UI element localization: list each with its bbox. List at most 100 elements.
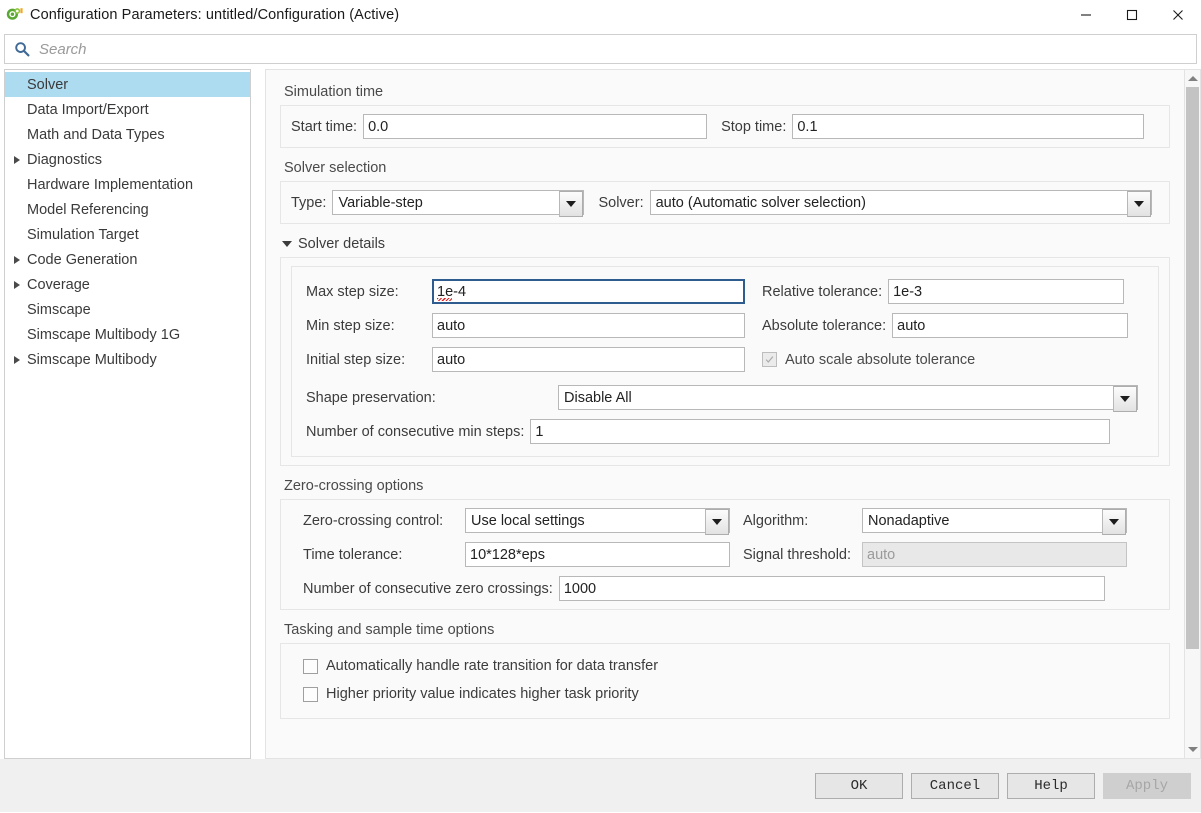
content-outer: Simulation time Start time: Stop time: S… (265, 69, 1201, 759)
collapse-arrow-icon[interactable] (282, 241, 292, 247)
chevron-down-icon[interactable] (1102, 509, 1126, 535)
vertical-scrollbar[interactable] (1184, 69, 1201, 759)
scrollbar-thumb[interactable] (1186, 87, 1199, 649)
sidebar-item-label: Coverage (26, 277, 90, 293)
check-icon (765, 355, 774, 364)
sidebar-item-model-referencing[interactable]: Model Referencing (5, 197, 250, 222)
sidebar-item-simscape-multibody-1g[interactable]: Simscape Multibody 1G (5, 322, 250, 347)
solver-details-header[interactable]: Solver details (282, 236, 1170, 252)
sidebar-item-math-and-data-types[interactable]: Math and Data Types (5, 122, 250, 147)
sidebar-item-simulation-target[interactable]: Simulation Target (5, 222, 250, 247)
solver-details-title: Solver details (298, 236, 385, 252)
consecutive-zero-crossings-label: Number of consecutive zero crossings: (303, 581, 559, 597)
tasking-title: Tasking and sample time options (284, 622, 1170, 638)
sidebar-item-label: Simscape Multibody 1G (26, 327, 180, 343)
zero-crossing-control-dropdown[interactable]: Use local settings (465, 508, 730, 533)
stop-time-input[interactable] (792, 114, 1144, 139)
sidebar-item-label: Code Generation (26, 252, 137, 268)
main-split: Solver Data Import/Export Math and Data … (0, 69, 1201, 759)
min-step-size-input[interactable] (432, 313, 745, 338)
type-label: Type: (291, 195, 332, 211)
consecutive-min-steps-input[interactable] (530, 419, 1110, 444)
higher-priority-checkbox[interactable] (303, 687, 318, 702)
chevron-down-icon (1188, 747, 1198, 752)
higher-priority-row: Higher priority value indicates higher t… (291, 686, 1159, 702)
sidebar-item-diagnostics[interactable]: Diagnostics (5, 147, 250, 172)
auto-scale-abs-tolerance-label: Auto scale absolute tolerance (785, 352, 975, 368)
solver-selection-title: Solver selection (284, 160, 1170, 176)
consecutive-min-steps-row: Number of consecutive min steps: (306, 419, 1144, 444)
absolute-tolerance-label: Absolute tolerance: (745, 318, 892, 334)
start-time-label: Start time: (291, 119, 363, 135)
sidebar-item-label: Simscape (26, 302, 91, 318)
settings-panel: Simulation time Start time: Stop time: S… (265, 69, 1184, 759)
minimize-button[interactable] (1063, 0, 1109, 30)
solver-selection-group: Type: Variable-step Solver: auto (Automa… (280, 181, 1170, 224)
sidebar-item-simscape-multibody[interactable]: Simscape Multibody (5, 347, 250, 372)
chevron-down-icon[interactable] (1113, 386, 1137, 412)
scrollbar-track[interactable] (1185, 87, 1200, 741)
signal-threshold-label: Signal threshold: (730, 547, 862, 563)
chevron-down-icon[interactable] (705, 509, 729, 535)
search-input[interactable] (33, 40, 1196, 59)
solver-dropdown[interactable]: auto (Automatic solver selection) (650, 190, 1152, 215)
search-box[interactable] (4, 34, 1197, 64)
sidebar-item-label: Simscape Multibody (26, 352, 157, 368)
solver-details-group: Max step size: Relative tolerance: Min s… (280, 257, 1170, 466)
help-button[interactable]: Help (1007, 773, 1095, 799)
scroll-down-button[interactable] (1185, 741, 1200, 758)
auto-scale-abs-tolerance-checkbox[interactable] (762, 352, 777, 367)
relative-tolerance-input[interactable] (888, 279, 1124, 304)
sidebar-tree[interactable]: Solver Data Import/Export Math and Data … (4, 69, 251, 759)
sidebar-item-label: Hardware Implementation (26, 177, 193, 193)
expand-arrow-icon[interactable] (7, 281, 26, 289)
auto-rate-transition-label: Automatically handle rate transition for… (326, 658, 658, 674)
expand-arrow-icon[interactable] (7, 356, 26, 364)
initial-step-size-input[interactable] (432, 347, 745, 372)
chevron-up-icon (1188, 76, 1198, 81)
ok-button[interactable]: OK (815, 773, 903, 799)
expand-arrow-icon[interactable] (7, 156, 26, 164)
chevron-down-icon[interactable] (1127, 191, 1151, 217)
cancel-button[interactable]: Cancel (911, 773, 999, 799)
max-step-size-row: Max step size: Relative tolerance: (306, 279, 1144, 304)
min-step-size-row: Min step size: Absolute tolerance: (306, 313, 1144, 338)
sidebar-item-hardware-implementation[interactable]: Hardware Implementation (5, 172, 250, 197)
zero-crossing-title: Zero-crossing options (284, 478, 1170, 494)
search-bar-container (0, 30, 1201, 69)
sidebar-item-simscape[interactable]: Simscape (5, 297, 250, 322)
expand-arrow-icon[interactable] (7, 256, 26, 264)
max-step-size-label: Max step size: (306, 284, 432, 300)
maximize-button[interactable] (1109, 0, 1155, 30)
consecutive-zero-crossings-input[interactable] (559, 576, 1105, 601)
algorithm-value: Nonadaptive (863, 509, 1102, 532)
window-controls (1063, 0, 1201, 30)
auto-rate-transition-row: Automatically handle rate transition for… (291, 658, 1159, 674)
shape-preservation-value: Disable All (559, 386, 1113, 409)
solver-details-inner: Max step size: Relative tolerance: Min s… (291, 266, 1159, 457)
sidebar-item-solver[interactable]: Solver (5, 72, 250, 97)
sidebar-item-label: Solver (26, 77, 68, 93)
shape-preservation-dropdown[interactable]: Disable All (558, 385, 1138, 410)
consecutive-zero-crossings-row: Number of consecutive zero crossings: (291, 576, 1159, 601)
tasking-group: Automatically handle rate transition for… (280, 643, 1170, 719)
initial-step-size-row: Initial step size: Auto scale absolute t… (306, 347, 1144, 372)
absolute-tolerance-input[interactable] (892, 313, 1128, 338)
sidebar-item-label: Simulation Target (26, 227, 139, 243)
start-time-input[interactable] (363, 114, 707, 139)
auto-rate-transition-checkbox[interactable] (303, 659, 318, 674)
type-dropdown[interactable]: Variable-step (332, 190, 584, 215)
stop-time-label: Stop time: (707, 119, 792, 135)
algorithm-dropdown[interactable]: Nonadaptive (862, 508, 1127, 533)
sidebar-item-code-generation[interactable]: Code Generation (5, 247, 250, 272)
zero-crossing-control-value: Use local settings (466, 509, 705, 532)
sidebar-item-coverage[interactable]: Coverage (5, 272, 250, 297)
sidebar-item-data-import-export[interactable]: Data Import/Export (5, 97, 250, 122)
time-tolerance-input[interactable] (465, 542, 730, 567)
scroll-up-button[interactable] (1185, 70, 1200, 87)
close-button[interactable] (1155, 0, 1201, 30)
chevron-down-icon[interactable] (559, 191, 583, 217)
apply-button: Apply (1103, 773, 1191, 799)
algorithm-label: Algorithm: (730, 513, 862, 529)
max-step-size-input[interactable] (432, 279, 745, 304)
